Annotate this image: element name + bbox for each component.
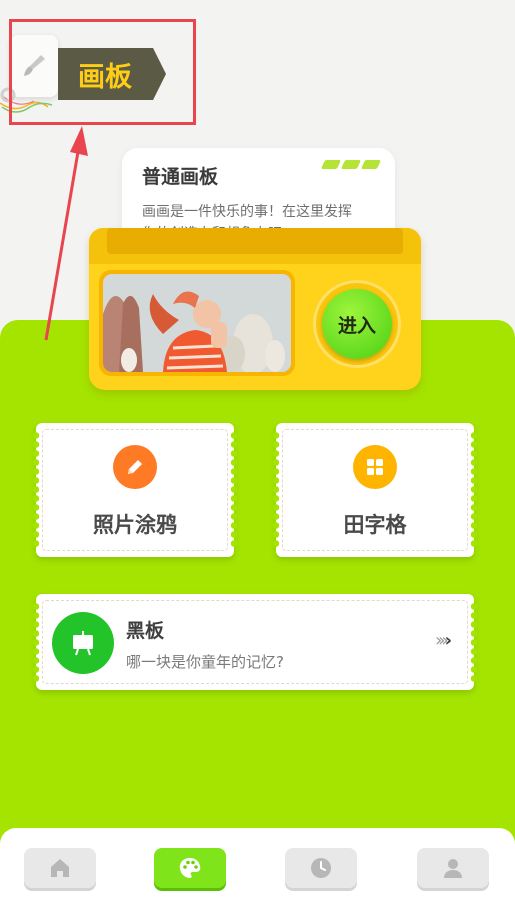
- photo-doodle-card[interactable]: 照片涂鸦: [33, 423, 237, 557]
- chevron-right-icon: ››››: [434, 630, 453, 651]
- enter-button-ring: 进入: [313, 280, 401, 368]
- nav-profile[interactable]: [417, 848, 489, 888]
- blackboard-card[interactable]: 黑板 哪一块是你童年的记忆? ››››: [33, 594, 477, 690]
- card-description-line1: 画画是一件快乐的事！在这里发挥: [142, 204, 352, 220]
- nav-home[interactable]: [24, 848, 96, 888]
- preview-image: [103, 274, 291, 372]
- nav-history[interactable]: [285, 848, 357, 888]
- palette-icon: [179, 858, 201, 878]
- ticket-notch-left: [33, 602, 39, 682]
- yellow-box: 进入: [89, 228, 421, 390]
- bottom-nav: [0, 828, 515, 905]
- photo-doodle-label: 照片涂鸦: [93, 513, 177, 537]
- blackboard-icon: [52, 612, 114, 674]
- enter-button[interactable]: 进入: [322, 289, 392, 359]
- grid-icon: [353, 445, 397, 489]
- pencil-icon: [113, 445, 157, 489]
- grid-paper-label: 田字格: [343, 513, 407, 537]
- grid-paper-card[interactable]: 田字格: [273, 423, 477, 557]
- preview-frame: [99, 270, 295, 376]
- annotation-highlight-box: [9, 19, 196, 125]
- box-opening: [107, 228, 403, 254]
- ticket-notch-right: [471, 602, 477, 682]
- clock-icon: [311, 858, 331, 878]
- stripes-decoration: [320, 160, 382, 169]
- enter-label: 进入: [337, 314, 376, 337]
- nav-drawing-board[interactable]: [154, 848, 226, 888]
- blackboard-description: 哪一块是你童年的记忆?: [126, 653, 284, 671]
- blackboard-title: 黑板: [126, 620, 165, 642]
- home-icon: [51, 859, 69, 877]
- profile-icon: [444, 859, 462, 878]
